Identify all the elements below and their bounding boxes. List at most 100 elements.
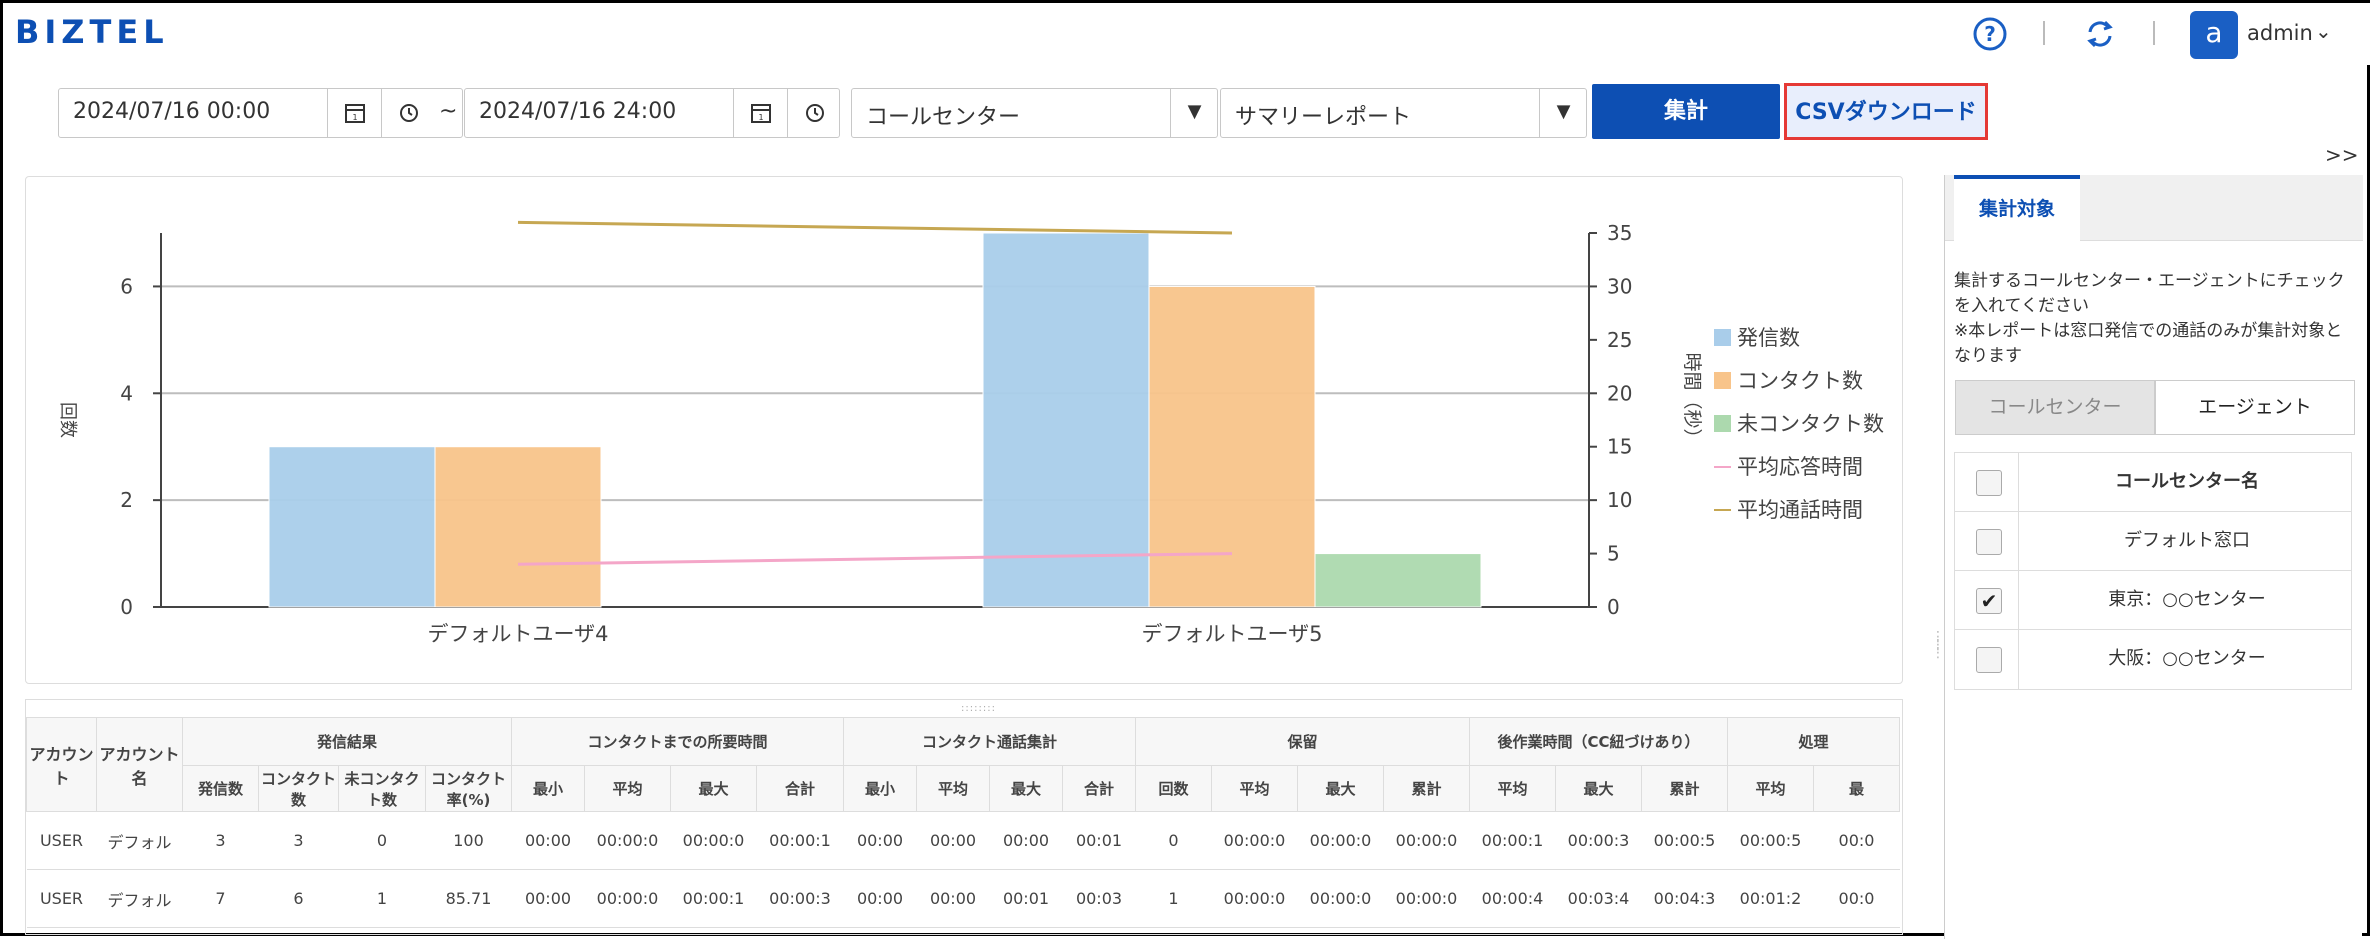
table-cell: 00:00:0	[1383, 811, 1470, 870]
bar-発信数	[982, 232, 1150, 608]
table-cell: 00:00	[989, 811, 1063, 870]
table-cell: 00:03:4	[1555, 869, 1642, 928]
username-label[interactable]: admin	[2247, 21, 2313, 45]
table-cell: 3	[182, 811, 259, 870]
y-tick-label: 6	[120, 274, 133, 298]
table-row[interactable]: USER デフォル 7 6 1 85.71 00:00 00:00:0 00:00:1 00:00…	[26, 869, 1900, 928]
table-cell: 00:00:0	[1297, 811, 1384, 870]
y2-tick-label: 20	[1607, 381, 1632, 405]
summary-table: アカウント アカウント名 発信結果 コンタクトまでの所要時間 コンタクト通話集計 保留 後作…	[26, 717, 1900, 928]
column-group-header: 保留	[1135, 717, 1470, 766]
table-cell: 00:00	[843, 869, 917, 928]
table-cell: 00:00:5	[1727, 811, 1814, 870]
aggregate-button[interactable]: 集計	[1592, 84, 1780, 139]
y-tick-label: 2	[120, 488, 133, 512]
column-header: 累計	[1383, 765, 1470, 812]
table-cell: デフォル	[96, 869, 183, 928]
column-header: コンタクト率(%)	[425, 765, 512, 812]
svg-text:?: ?	[1984, 22, 1996, 46]
table-cell: 1	[1135, 869, 1212, 928]
refresh-icon[interactable]	[2081, 15, 2119, 53]
table-cell: 00:00:0	[1297, 869, 1384, 928]
column-group-header: 処理	[1727, 717, 1900, 766]
table-cell: 00:01	[989, 869, 1063, 928]
column-header: 回数	[1135, 765, 1212, 812]
legend-swatch	[1714, 372, 1731, 389]
legend-swatch	[1714, 329, 1731, 346]
callcenter-checkbox[interactable]	[1976, 529, 2002, 555]
table-cell: 00:00:0	[584, 869, 671, 928]
clock-icon[interactable]	[787, 89, 841, 137]
panel-resize-grip[interactable]: ⋮ ⋮ ⋮	[1931, 630, 1945, 660]
column-divider	[2018, 512, 2019, 571]
legend-label: コンタクト数	[1737, 369, 1863, 393]
table-cell: 00:00	[843, 811, 917, 870]
calendar-icon[interactable]: 1	[733, 89, 787, 137]
table-cell: 00:00	[511, 811, 585, 870]
resize-handle[interactable]: ::::::::	[961, 703, 996, 714]
collapse-panel-toggle[interactable]: >>	[2325, 143, 2359, 167]
table-cell: 85.71	[425, 869, 512, 928]
table-cell: 00:03	[1062, 869, 1136, 928]
y-axis-label: 回数	[57, 402, 78, 438]
callcenter-row[interactable]: デフォルト窓口	[1955, 512, 2351, 571]
clock-icon[interactable]	[381, 89, 435, 137]
table-cell: 00:04:3	[1641, 869, 1728, 928]
select-all-checkbox[interactable]	[1976, 470, 2002, 496]
segment-agent[interactable]: エージェント	[2155, 380, 2355, 435]
table-cell: 00:00:3	[756, 869, 844, 928]
avatar[interactable]: a	[2190, 11, 2238, 59]
table-cell: 00:00:0	[1211, 811, 1298, 870]
table-cell: 100	[425, 811, 512, 870]
end-datetime-field[interactable]: 2024/07/16 24:00 1	[464, 88, 840, 138]
calendar-icon[interactable]: 1	[327, 89, 381, 137]
question-circle-icon[interactable]: ?	[1971, 15, 2009, 53]
column-header: 最小	[511, 765, 585, 812]
column-header: アカウント名	[96, 717, 183, 812]
column-divider	[2018, 630, 2019, 689]
divider	[2043, 21, 2045, 45]
column-divider	[2018, 571, 2019, 630]
table-cell: 00:00:5	[1641, 811, 1728, 870]
report-select[interactable]: サマリーレポート ▼	[1220, 88, 1587, 138]
y2-tick-label: 15	[1607, 435, 1632, 459]
tab-aggregate-target[interactable]: 集計対象	[1954, 175, 2080, 241]
callcenter-checkbox[interactable]	[1976, 647, 2002, 673]
column-header: 合計	[1062, 765, 1136, 812]
column-header: 平均	[584, 765, 671, 812]
top-bar: BIZTEL ? a admin ⌄	[3, 3, 2370, 65]
callcenter-checkbox[interactable]: ✔	[1976, 588, 2002, 614]
table-cell: 0	[338, 811, 426, 870]
csv-download-button[interactable]: CSVダウンロード	[1784, 83, 1988, 140]
y2-tick-label: 0	[1607, 595, 1620, 619]
column-header: 最大	[670, 765, 757, 812]
callcenter-select[interactable]: コールセンター ▼	[851, 88, 1218, 138]
x-tick-label: デフォルトユーザ4	[428, 622, 609, 646]
dropdown-caret-icon[interactable]: ▼	[1170, 89, 1218, 137]
column-header: コンタクト数	[258, 765, 339, 812]
legend-swatch	[1714, 415, 1731, 432]
callcenter-list-header: コールセンター名	[1955, 453, 2351, 512]
column-header: 合計	[756, 765, 844, 812]
table-cell: 00:00:0	[584, 811, 671, 870]
dropdown-caret-icon[interactable]: ▼	[1539, 89, 1587, 137]
table-row[interactable]: USER デフォル 3 3 0 100 00:00 00:00:0 00:00:0 00:00:1…	[26, 811, 1900, 870]
bar-コンタクト数	[1148, 285, 1316, 608]
callcenter-row[interactable]: 大阪：○○センター	[1955, 630, 2351, 689]
column-header: 平均	[1469, 765, 1556, 812]
y2-tick-label: 35	[1607, 221, 1632, 245]
table-cell: 0	[1135, 811, 1212, 870]
callcenter-list: コールセンター名 デフォルト窓口 ✔ 東京：○○センター 大阪：○○センター	[1954, 452, 2352, 690]
chevron-down-icon[interactable]: ⌄	[2315, 19, 2332, 43]
bar-未コンタクト数	[1314, 553, 1482, 608]
end-datetime-value: 2024/07/16 24:00	[479, 99, 677, 124]
segment-callcenter[interactable]: コールセンター	[1955, 380, 2155, 435]
y2-tick-label: 25	[1607, 328, 1632, 352]
table-cell: 00:01:2	[1727, 869, 1814, 928]
table-cell: 00:00	[916, 869, 990, 928]
callcenter-row[interactable]: ✔ 東京：○○センター	[1955, 571, 2351, 630]
svg-text:1: 1	[758, 113, 763, 122]
start-datetime-field[interactable]: 2024/07/16 00:00 1	[58, 88, 463, 138]
legend-label: 未コンタクト数	[1737, 412, 1884, 436]
table-cell: USER	[26, 811, 97, 870]
